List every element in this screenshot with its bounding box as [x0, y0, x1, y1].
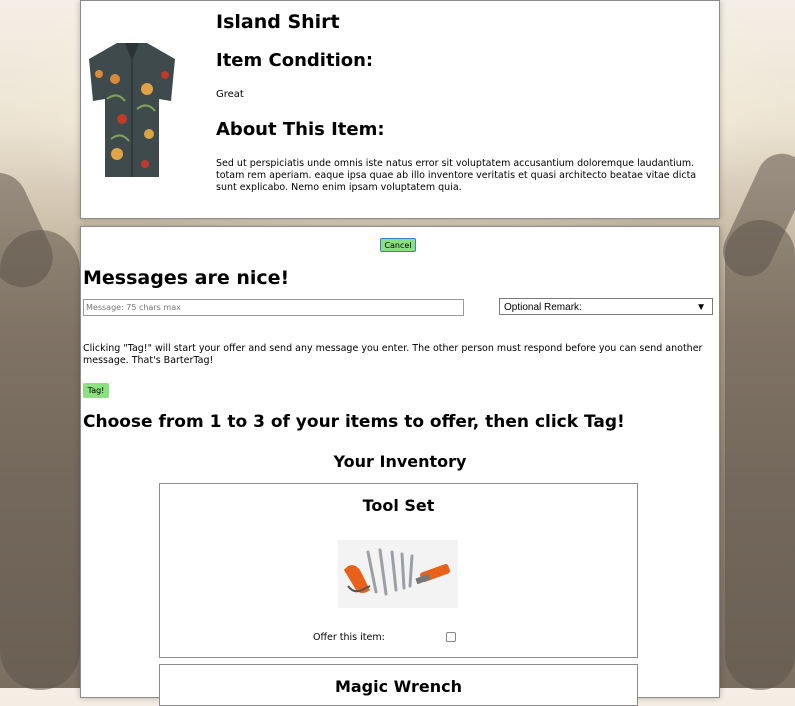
offer-card: Cancel Messages are nice! Optional Remar…	[80, 226, 720, 706]
tool-set-image	[338, 540, 458, 608]
about-heading: About This Item:	[216, 119, 385, 140]
inventory-item: Tool Set Offer this item:	[159, 483, 638, 658]
inventory-item-name: Magic Wrench	[334, 677, 463, 696]
island-shirt-image	[89, 43, 175, 177]
dropdown-arrow-icon: ▼	[696, 302, 706, 313]
message-input[interactable]	[83, 299, 464, 316]
cancel-button[interactable]: Cancel	[380, 238, 416, 252]
condition-value: Great	[216, 89, 244, 100]
offer-info-text: Clicking "Tag!" will start your offer an…	[83, 343, 703, 366]
tag-button[interactable]: Tag!	[83, 383, 109, 398]
offer-item-checkbox[interactable]	[446, 632, 456, 642]
condition-heading: Item Condition:	[216, 50, 374, 71]
choose-items-heading: Choose from 1 to 3 of your items to offe…	[83, 412, 625, 432]
crowd-silhouette	[725, 220, 795, 690]
remark-selected-value: Optional Remark:	[504, 302, 582, 313]
optional-remark-select[interactable]: Optional Remark: ▼	[499, 298, 713, 315]
about-text: Sed ut perspiciatis unde omnis iste natu…	[216, 158, 697, 193]
offer-item-label: Offer this item:	[313, 632, 385, 643]
item-details-card: Island Shirt Item Condition: Great About…	[80, 0, 720, 219]
inventory-item-name: Tool Set	[362, 496, 435, 515]
inventory-heading: Your Inventory	[333, 452, 467, 471]
messages-heading: Messages are nice!	[83, 267, 290, 289]
inventory-item: Magic Wrench	[159, 664, 638, 706]
crowd-silhouette	[0, 230, 80, 690]
item-title: Island Shirt	[216, 11, 340, 33]
